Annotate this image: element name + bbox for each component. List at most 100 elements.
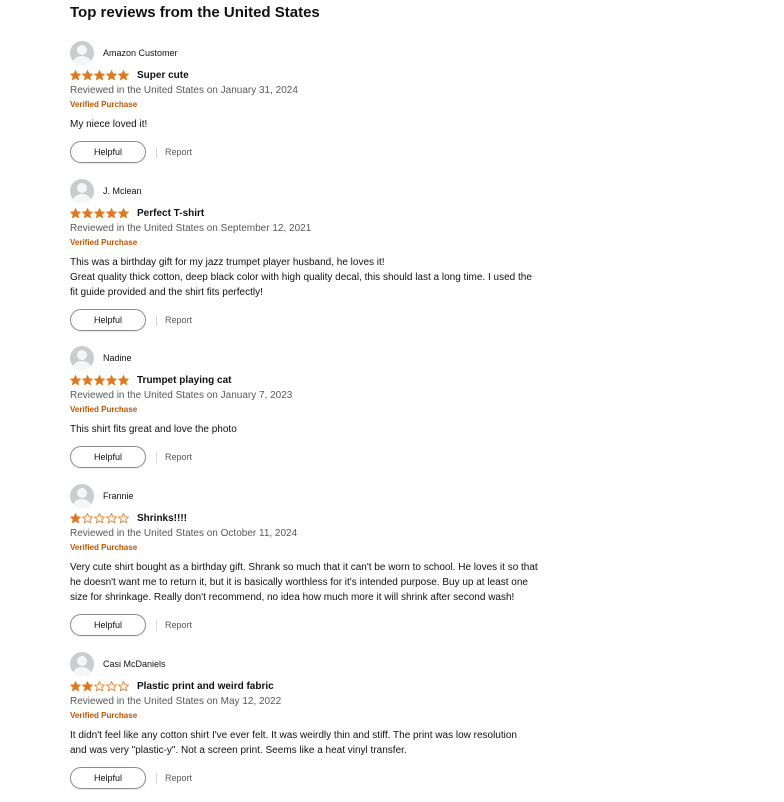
reviewer-profile[interactable]: J. Mclean: [70, 178, 590, 203]
report-link[interactable]: Report: [165, 452, 192, 462]
review-body: Very cute shirt bought as a birthday gif…: [70, 560, 590, 605]
review-body-line: My niece loved it!: [70, 119, 148, 130]
star-outline-icon: [106, 681, 117, 692]
section-title: Top reviews from the United States: [70, 4, 320, 21]
star-filled-icon: [70, 70, 81, 81]
star-rating[interactable]: [70, 681, 130, 692]
review-actions: Helpful Report: [70, 614, 590, 636]
star-filled-icon: [94, 375, 105, 386]
review-date: Reviewed in the United States on January…: [70, 85, 298, 96]
reviewer-name[interactable]: Frannie: [103, 490, 134, 502]
review-body-line: It didn't feel like any cotton shirt I'v…: [70, 730, 517, 741]
star-filled-icon: [94, 208, 105, 219]
review-item: Amazon Customer Super cute Reviewed in the…: [70, 40, 590, 163]
action-divider: [156, 314, 157, 326]
star-outline-icon: [94, 513, 105, 524]
default-profile-avatar-icon: [70, 345, 94, 370]
review-body: It didn't feel like any cotton shirt I'v…: [70, 728, 590, 758]
review-body-line: size for shrinkage. Really don't recomme…: [70, 592, 515, 603]
review-body-line: This was a birthday gift for my jazz tru…: [70, 257, 385, 268]
helpful-button[interactable]: Helpful: [70, 141, 146, 163]
rating-line: Shrinks!!!!: [70, 512, 590, 525]
review-actions: Helpful Report: [70, 141, 590, 163]
report-link[interactable]: Report: [165, 147, 192, 157]
star-filled-icon: [94, 70, 105, 81]
verified-purchase-badge: Verified Purchase: [70, 543, 138, 552]
rating-line: Trumpet playing cat: [70, 374, 590, 387]
star-outline-icon: [94, 681, 105, 692]
review-body-line: Very cute shirt bought as a birthday gif…: [70, 562, 538, 573]
star-filled-icon: [106, 70, 117, 81]
verified-purchase-badge: Verified Purchase: [70, 711, 138, 720]
report-link[interactable]: Report: [165, 315, 192, 325]
star-outline-icon: [118, 681, 129, 692]
verified-purchase-badge: Verified Purchase: [70, 405, 138, 414]
report-link[interactable]: Report: [165, 620, 192, 630]
star-filled-icon: [118, 375, 129, 386]
star-rating[interactable]: [70, 208, 130, 219]
reviews-page: Top reviews from the United States Amazo…: [0, 0, 784, 802]
star-filled-icon: [118, 208, 129, 219]
review-title-link[interactable]: Shrinks!!!!: [137, 512, 187, 525]
reviewer-profile[interactable]: Casi McDaniels: [70, 651, 590, 676]
reviewer-name[interactable]: J. Mclean: [103, 185, 142, 197]
star-filled-icon: [82, 681, 93, 692]
reviewer-name[interactable]: Casi McDaniels: [103, 658, 166, 670]
star-filled-icon: [70, 375, 81, 386]
helpful-button[interactable]: Helpful: [70, 614, 146, 636]
action-divider: [156, 451, 157, 463]
reviewer-profile[interactable]: Nadine: [70, 345, 590, 370]
default-profile-avatar-icon: [70, 40, 94, 65]
star-filled-icon: [106, 208, 117, 219]
review-body: This shirt fits great and love the photo: [70, 422, 590, 437]
review-title-link[interactable]: Super cute: [137, 69, 189, 82]
star-filled-icon: [82, 208, 93, 219]
star-filled-icon: [82, 375, 93, 386]
review-title-link[interactable]: Trumpet playing cat: [137, 374, 231, 387]
action-divider: [156, 772, 157, 784]
review-date: Reviewed in the United States on Septemb…: [70, 223, 312, 234]
star-rating[interactable]: [70, 513, 130, 524]
action-divider: [156, 619, 157, 631]
star-filled-icon: [118, 70, 129, 81]
review-body-line: and was very "plastic-y". Not a screen p…: [70, 745, 407, 756]
review-body-line: fit guide provided and the shirt fits pe…: [70, 287, 263, 298]
review-title-link[interactable]: Perfect T-shirt: [137, 207, 204, 220]
star-rating[interactable]: [70, 375, 130, 386]
review-item: J. Mclean Perfect T-shirt Reviewed in the …: [70, 178, 590, 331]
action-divider: [156, 146, 157, 158]
verified-purchase-badge: Verified Purchase: [70, 238, 138, 247]
default-profile-avatar-icon: [70, 178, 94, 203]
reviewer-name[interactable]: Nadine: [103, 352, 132, 364]
star-filled-icon: [82, 70, 93, 81]
default-profile-avatar-icon: [70, 651, 94, 676]
review-item: Casi McDaniels Plastic print and weird fa…: [70, 651, 590, 789]
review-actions: Helpful Report: [70, 767, 590, 789]
verified-purchase-badge: Verified Purchase: [70, 100, 138, 109]
default-profile-avatar-icon: [70, 483, 94, 508]
reviewer-profile[interactable]: Frannie: [70, 483, 590, 508]
star-outline-icon: [118, 513, 129, 524]
review-date: Reviewed in the United States on October…: [70, 528, 298, 539]
review-actions: Helpful Report: [70, 446, 590, 468]
report-link[interactable]: Report: [165, 773, 192, 783]
review-body-line: Great quality thick cotton, deep black c…: [70, 272, 532, 283]
helpful-button[interactable]: Helpful: [70, 309, 146, 331]
review-title-link[interactable]: Plastic print and weird fabric: [137, 680, 274, 693]
star-filled-icon: [70, 681, 81, 692]
review-body: My niece loved it!: [70, 117, 590, 132]
star-outline-icon: [106, 513, 117, 524]
reviewer-profile[interactable]: Amazon Customer: [70, 40, 590, 65]
reviewer-name[interactable]: Amazon Customer: [103, 47, 178, 59]
helpful-button[interactable]: Helpful: [70, 446, 146, 468]
review-date: Reviewed in the United States on January…: [70, 390, 293, 401]
helpful-button[interactable]: Helpful: [70, 767, 146, 789]
star-rating[interactable]: [70, 70, 130, 81]
review-body: This was a birthday gift for my jazz tru…: [70, 255, 590, 300]
review-actions: Helpful Report: [70, 309, 590, 331]
star-filled-icon: [70, 208, 81, 219]
review-body-line: he doesn't want me to return it, but it …: [70, 577, 528, 588]
star-filled-icon: [106, 375, 117, 386]
review-item: Frannie Shrinks!!!! Reviewed in the United…: [70, 483, 590, 636]
rating-line: Perfect T-shirt: [70, 207, 590, 220]
